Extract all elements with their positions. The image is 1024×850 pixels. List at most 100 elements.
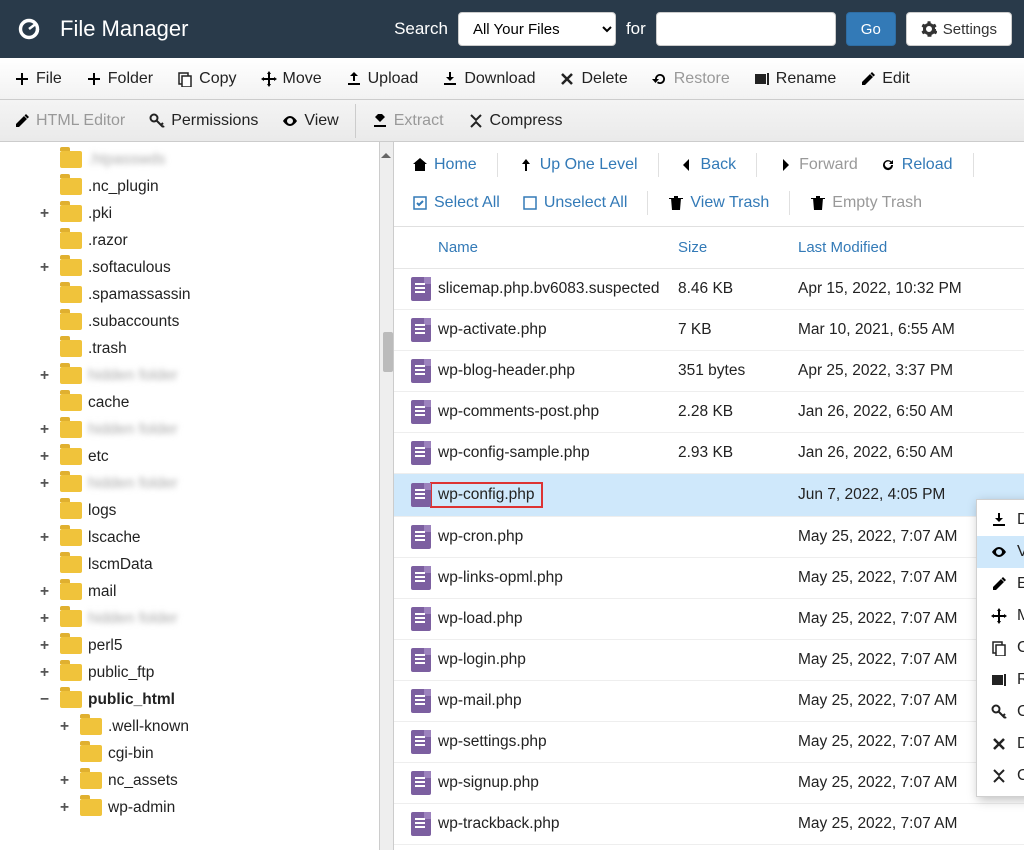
cm-change-permissions[interactable]: Change Permissions bbox=[977, 696, 1024, 728]
tree-item[interactable]: + hidden folder bbox=[0, 362, 379, 389]
nav-view-trash[interactable]: View Trash bbox=[660, 190, 777, 216]
tree-item[interactable]: .subaccounts bbox=[0, 308, 379, 335]
expand-icon[interactable]: + bbox=[40, 421, 54, 439]
expand-icon[interactable]: + bbox=[40, 448, 54, 466]
file-row[interactable]: wp-comments-post.php 2.28 KB Jan 26, 202… bbox=[394, 392, 1024, 433]
file-row[interactable]: wp-config-sample.php 2.93 KB Jan 26, 202… bbox=[394, 433, 1024, 474]
search-scope-select[interactable]: All Your Files bbox=[458, 12, 616, 46]
tb-folder[interactable]: Folder bbox=[74, 58, 165, 100]
tree-item[interactable]: − public_html bbox=[0, 686, 379, 713]
file-row[interactable]: wp-trackback.php May 25, 2022, 7:07 AM bbox=[394, 804, 1024, 845]
file-list[interactable]: slicemap.php.bv6083.suspected 8.46 KB Ap… bbox=[394, 269, 1024, 850]
tb-file[interactable]: File bbox=[2, 58, 74, 100]
file-row[interactable]: wp-load.php May 25, 2022, 7:07 AM bbox=[394, 599, 1024, 640]
expand-icon[interactable]: + bbox=[40, 637, 54, 655]
cm-edit[interactable]: Edit bbox=[977, 568, 1024, 600]
tree-item[interactable]: .razor bbox=[0, 227, 379, 254]
tree-item[interactable]: cache bbox=[0, 389, 379, 416]
cm-delete[interactable]: Delete bbox=[977, 728, 1024, 760]
tree-item[interactable]: + etc bbox=[0, 443, 379, 470]
file-row[interactable]: wp-blog-header.php 351 bytes Apr 25, 202… bbox=[394, 351, 1024, 392]
tb-edit[interactable]: Edit bbox=[848, 58, 922, 100]
file-row[interactable]: wp-signup.php May 25, 2022, 7:07 AM bbox=[394, 763, 1024, 804]
nav-reload[interactable]: Reload bbox=[872, 152, 961, 178]
file-row[interactable]: wp-mail.php May 25, 2022, 7:07 AM bbox=[394, 681, 1024, 722]
tree-item[interactable]: + wp-admin bbox=[0, 794, 379, 821]
expand-icon[interactable]: + bbox=[40, 259, 54, 277]
expand-icon[interactable]: + bbox=[40, 475, 54, 493]
cm-view[interactable]: View bbox=[977, 536, 1024, 568]
nav-empty-trash: Empty Trash bbox=[802, 190, 930, 216]
tree-item[interactable]: + public_ftp bbox=[0, 659, 379, 686]
tb-copy[interactable]: Copy bbox=[165, 58, 248, 100]
main-pane: HomeUp One LevelBackForwardReloadSelect … bbox=[394, 142, 1024, 850]
move-icon bbox=[261, 71, 277, 87]
file-row[interactable]: wp-links-opml.php May 25, 2022, 7:07 AM bbox=[394, 558, 1024, 599]
settings-button[interactable]: Settings bbox=[906, 12, 1012, 46]
cm-download[interactable]: Download bbox=[977, 504, 1024, 536]
expand-icon[interactable]: − bbox=[40, 691, 54, 709]
folder-tree[interactable]: .htpasswds .nc_plugin + .pki .razor + .s… bbox=[0, 142, 380, 850]
file-row[interactable]: wp-config.php Jun 7, 2022, 4:05 PM bbox=[394, 474, 1024, 517]
tb2-permissions[interactable]: Permissions bbox=[137, 100, 270, 142]
nav-unselect-all[interactable]: Unselect All bbox=[514, 190, 636, 216]
expand-icon[interactable]: + bbox=[40, 205, 54, 223]
tree-item[interactable]: + hidden folder bbox=[0, 470, 379, 497]
col-name[interactable]: Name bbox=[438, 239, 678, 256]
tree-item[interactable]: + mail bbox=[0, 578, 379, 605]
expand-icon[interactable]: + bbox=[40, 664, 54, 682]
search-input[interactable] bbox=[656, 12, 836, 46]
back-icon bbox=[679, 157, 695, 173]
tree-item[interactable]: logs bbox=[0, 497, 379, 524]
cm-rename[interactable]: Rename bbox=[977, 664, 1024, 696]
tree-item[interactable]: + .well-known bbox=[0, 713, 379, 740]
resizer[interactable] bbox=[380, 142, 394, 850]
tb-move[interactable]: Move bbox=[249, 58, 334, 100]
nav-back[interactable]: Back bbox=[671, 152, 745, 178]
file-row[interactable]: wp-activate.php 7 KB Mar 10, 2021, 6:55 … bbox=[394, 310, 1024, 351]
col-size[interactable]: Size bbox=[678, 239, 798, 256]
tree-item[interactable]: + .pki bbox=[0, 200, 379, 227]
tree-item[interactable]: + nc_assets bbox=[0, 767, 379, 794]
expand-icon[interactable]: + bbox=[40, 529, 54, 547]
cm-move[interactable]: Move bbox=[977, 600, 1024, 632]
expand-icon[interactable]: + bbox=[60, 772, 74, 790]
tree-item[interactable]: .spamassassin bbox=[0, 281, 379, 308]
tree-item[interactable]: + hidden folder bbox=[0, 605, 379, 632]
tree-item[interactable]: cgi-bin bbox=[0, 740, 379, 767]
tb-download[interactable]: Download bbox=[430, 58, 547, 100]
tree-item[interactable]: .trash bbox=[0, 335, 379, 362]
file-row[interactable]: wp-settings.php May 25, 2022, 7:07 AM bbox=[394, 722, 1024, 763]
file-row[interactable]: wp-cron.php May 25, 2022, 7:07 AM bbox=[394, 517, 1024, 558]
tree-item[interactable]: + perl5 bbox=[0, 632, 379, 659]
tree-item[interactable]: + .softaculous bbox=[0, 254, 379, 281]
cm-copy[interactable]: Copy bbox=[977, 632, 1024, 664]
selectall-icon bbox=[412, 195, 428, 211]
expand-icon[interactable]: + bbox=[60, 799, 74, 817]
tree-item[interactable]: .nc_plugin bbox=[0, 173, 379, 200]
tb-delete[interactable]: Delete bbox=[547, 58, 639, 100]
expand-icon[interactable]: + bbox=[40, 610, 54, 628]
expand-icon[interactable]: + bbox=[40, 583, 54, 601]
col-modified[interactable]: Last Modified bbox=[798, 239, 1014, 256]
tree-item[interactable]: .htpasswds bbox=[0, 146, 379, 173]
tree-item[interactable]: + lscache bbox=[0, 524, 379, 551]
go-button[interactable]: Go bbox=[846, 12, 896, 46]
file-row[interactable]: wp-login.php May 25, 2022, 7:07 AM bbox=[394, 640, 1024, 681]
tree-item[interactable]: + hidden folder bbox=[0, 416, 379, 443]
file-row[interactable]: xmlrpc.php 3.16 KB Jun 9, 2020, 10:55 AM bbox=[394, 845, 1024, 850]
tb-rename[interactable]: Rename bbox=[742, 58, 848, 100]
nav-up-one-level[interactable]: Up One Level bbox=[510, 152, 646, 178]
cm-compress[interactable]: Compress bbox=[977, 760, 1024, 792]
nav-select-all[interactable]: Select All bbox=[404, 190, 508, 216]
file-row[interactable]: slicemap.php.bv6083.suspected 8.46 KB Ap… bbox=[394, 269, 1024, 310]
expand-icon[interactable]: + bbox=[40, 367, 54, 385]
nav-home[interactable]: Home bbox=[404, 152, 485, 178]
tb-upload[interactable]: Upload bbox=[334, 58, 431, 100]
tree-item[interactable]: lscmData bbox=[0, 551, 379, 578]
expand-icon[interactable]: + bbox=[60, 718, 74, 736]
tb2-view[interactable]: View bbox=[270, 100, 350, 142]
tb2-compress[interactable]: Compress bbox=[456, 100, 575, 142]
app-title: File Manager bbox=[60, 16, 188, 42]
file-name: wp-config-sample.php bbox=[438, 444, 678, 462]
